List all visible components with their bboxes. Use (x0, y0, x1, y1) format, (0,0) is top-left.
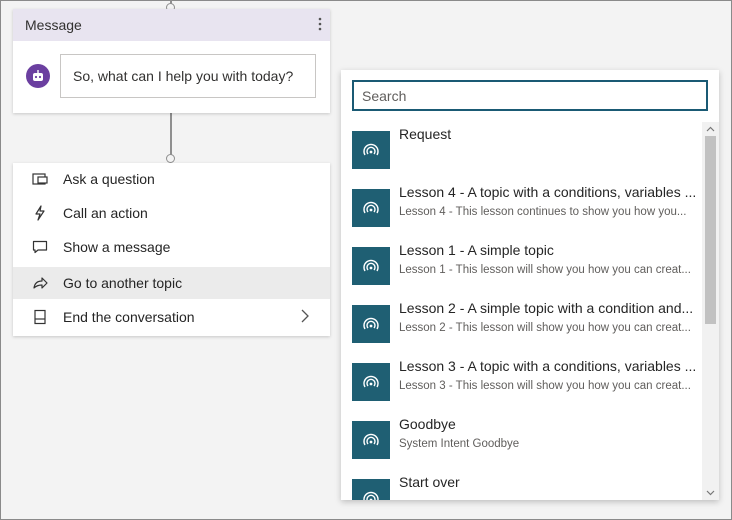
message-text-field[interactable]: So, what can I help you with today? (60, 54, 316, 98)
menu-item-label: Call an action (63, 205, 148, 221)
message-node-card[interactable]: Message So, what can I help you with tod… (13, 9, 330, 113)
message-node-title: Message (25, 17, 82, 33)
message-icon (31, 238, 49, 256)
end-conversation-icon (31, 308, 49, 326)
menu-item-label: Ask a question (63, 171, 155, 187)
menu-item-label: Show a message (63, 239, 171, 255)
broadcast-icon (352, 189, 390, 227)
topic-description: Lesson 2 - This lesson will show you how… (399, 322, 691, 334)
broadcast-icon (352, 421, 390, 459)
topic-item-goodbye[interactable]: Goodbye System Intent Goodbye (341, 412, 701, 468)
broadcast-icon (352, 363, 390, 401)
bot-icon (26, 64, 50, 88)
question-form-icon (31, 170, 49, 188)
topic-title: Lesson 2 - A simple topic with a conditi… (399, 300, 694, 316)
connector-middle (170, 113, 172, 155)
menu-item-label: Go to another topic (63, 275, 183, 291)
topic-item-lesson-2[interactable]: Lesson 2 - A simple topic with a conditi… (341, 296, 701, 352)
menu-item-label: End the conversation (63, 309, 195, 325)
topic-item-start-over[interactable]: Start over (341, 470, 701, 500)
more-vertical-icon[interactable] (318, 17, 322, 34)
topic-list-scrollbar[interactable] (702, 122, 719, 500)
topic-description: Lesson 3 - This lesson will show you how… (399, 380, 691, 392)
topic-item-lesson-1[interactable]: Lesson 1 - A simple topic Lesson 1 - Thi… (341, 238, 701, 294)
topic-search-input[interactable] (352, 80, 708, 111)
broadcast-icon (352, 479, 390, 500)
topic-item-lesson-4[interactable]: Lesson 4 - A topic with a conditions, va… (341, 180, 701, 236)
message-node-header: Message (13, 9, 330, 41)
scroll-down-icon[interactable] (702, 486, 719, 500)
broadcast-icon (352, 305, 390, 343)
broadcast-icon (352, 131, 390, 169)
broadcast-icon (352, 247, 390, 285)
topic-item-request[interactable]: Request (341, 122, 701, 178)
topic-title: Start over (399, 474, 460, 490)
redirect-arrow-icon (31, 274, 49, 292)
menu-item-ask-question[interactable]: Ask a question (13, 163, 330, 195)
topic-title: Request (399, 126, 452, 142)
topic-item-lesson-3[interactable]: Lesson 3 - A topic with a conditions, va… (341, 354, 701, 410)
menu-item-end-conversation[interactable]: End the conversation (13, 301, 330, 333)
menu-item-go-to-topic[interactable]: Go to another topic (13, 267, 330, 299)
topic-title: Lesson 1 - A simple topic (399, 242, 554, 258)
topic-description: Lesson 1 - This lesson will show you how… (399, 264, 691, 276)
menu-item-show-message[interactable]: Show a message (13, 231, 330, 263)
lightning-icon (31, 204, 49, 222)
topic-picker-panel: Request Lesson 4 - A topic with a condit… (341, 70, 719, 500)
menu-item-call-action[interactable]: Call an action (13, 197, 330, 229)
scrollbar-thumb[interactable] (705, 136, 716, 324)
topic-description: System Intent Goodbye (399, 438, 520, 450)
chevron-right-icon (300, 308, 310, 327)
topic-title: Lesson 4 - A topic with a conditions, va… (399, 184, 697, 200)
topic-list: Request Lesson 4 - A topic with a condit… (341, 122, 701, 500)
add-node-action-menu: Ask a question Call an action Show a mes… (13, 163, 330, 336)
topic-title: Lesson 3 - A topic with a conditions, va… (399, 358, 697, 374)
topic-description: Lesson 4 - This lesson continues to show… (399, 206, 687, 218)
scroll-up-icon[interactable] (702, 122, 719, 136)
topic-title: Goodbye (399, 416, 456, 432)
connector-node-middle (166, 154, 175, 163)
